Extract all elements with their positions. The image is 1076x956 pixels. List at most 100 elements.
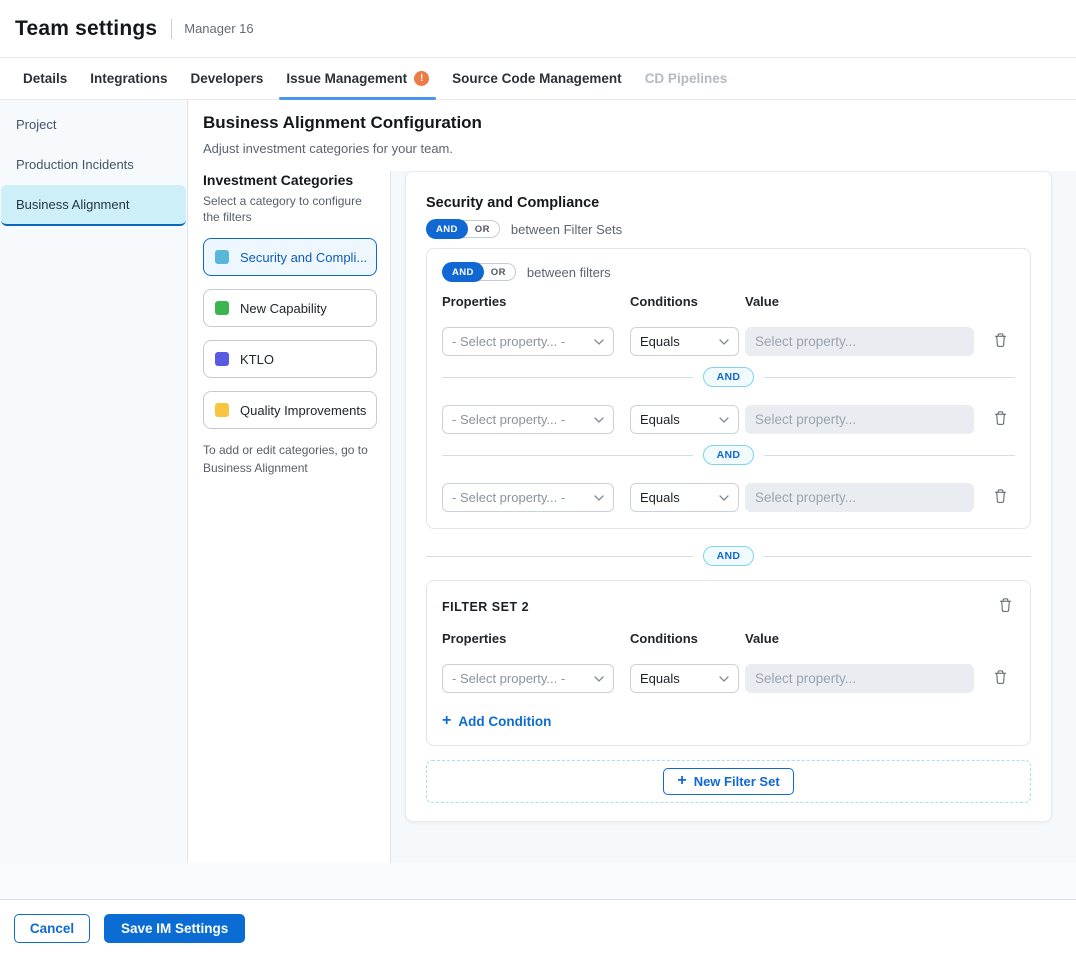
plus-icon: + [442, 713, 451, 729]
chevron-down-icon [719, 676, 729, 682]
toggle-caption: between filters [527, 265, 611, 280]
toggle-or-segment[interactable]: OR [491, 267, 506, 278]
page-title: Team settings [15, 17, 157, 41]
trash-icon [993, 410, 1008, 429]
value-input[interactable] [745, 664, 974, 693]
value-input[interactable] [745, 327, 974, 356]
and-or-toggle[interactable]: AND OR [426, 220, 500, 238]
section-body: Investment Categories Select a category … [188, 171, 1076, 863]
footer-action-bar: Cancel Save IM Settings [0, 900, 1076, 956]
section-subtitle: Adjust investment categories for your te… [203, 141, 1076, 156]
and-connector-between-sets: AND [426, 546, 1031, 566]
cancel-button[interactable]: Cancel [14, 914, 90, 943]
toggle-caption: between Filter Sets [511, 222, 622, 237]
filter-set-1: AND OR between filters Properties Condit… [426, 248, 1031, 529]
column-header-value: Value [745, 631, 985, 646]
and-connector: AND [442, 367, 1015, 387]
page-header: Team settings Manager 16 [0, 0, 1076, 58]
delete-filter-button[interactable] [991, 330, 1010, 353]
title-divider [171, 19, 172, 39]
delete-filter-button[interactable] [991, 408, 1010, 431]
investment-categories-column: Investment Categories Select a category … [188, 171, 391, 863]
sidebar-item-production-incidents[interactable]: Production Incidents [1, 145, 186, 184]
new-filter-set-button[interactable]: + New Filter Set [663, 768, 793, 795]
category-button-ktlo[interactable]: KTLO [203, 340, 377, 378]
toggle-and-segment[interactable]: AND [426, 219, 468, 239]
category-color-swatch [215, 403, 229, 417]
main-panel: Business Alignment Configuration Adjust … [188, 100, 1076, 863]
category-color-swatch [215, 301, 229, 315]
filter-column-headers: Properties Conditions Value [442, 631, 1015, 646]
category-button-security-and-compliance[interactable]: Security and Compli... [203, 238, 377, 276]
category-button-new-capability[interactable]: New Capability [203, 289, 377, 327]
and-connector-pill: AND [703, 546, 755, 566]
column-header-properties: Properties [442, 631, 630, 646]
and-or-toggle[interactable]: AND OR [442, 263, 516, 281]
delete-filter-button[interactable] [991, 486, 1010, 509]
filter-configuration-region: Security and Compliance AND OR between F… [391, 171, 1076, 863]
sidebar-item-project[interactable]: Project [1, 105, 186, 144]
filter-set-2-header: FILTER SET 2 [442, 595, 1015, 618]
add-condition-button[interactable]: + Add Condition [442, 713, 551, 729]
filter-row: - Select property... - Equals [442, 327, 1015, 356]
trash-icon [993, 332, 1008, 351]
filter-row: - Select property... - Equals [442, 483, 1015, 512]
property-select[interactable]: - Select property... - [442, 405, 614, 434]
property-select[interactable]: - Select property... - [442, 327, 614, 356]
chevron-down-icon [594, 495, 604, 501]
settings-side-nav: Project Production Incidents Business Al… [0, 100, 188, 863]
tab-bar: Details Integrations Developers Issue Ma… [0, 58, 1076, 100]
value-input[interactable] [745, 405, 974, 434]
chevron-down-icon [719, 495, 729, 501]
condition-select[interactable]: Equals [630, 664, 739, 693]
property-select[interactable]: - Select property... - [442, 483, 614, 512]
tab-details[interactable]: Details [16, 58, 74, 99]
delete-filter-button[interactable] [991, 667, 1010, 690]
chevron-down-icon [719, 339, 729, 345]
categories-description: Select a category to configure the filte… [203, 193, 365, 225]
tab-integrations[interactable]: Integrations [83, 58, 174, 99]
chevron-down-icon [719, 417, 729, 423]
sidebar-item-business-alignment[interactable]: Business Alignment [1, 185, 186, 226]
and-connector: AND [442, 445, 1015, 465]
selected-category-title: Security and Compliance [426, 195, 1031, 211]
category-button-quality-improvements[interactable]: Quality Improvements [203, 391, 377, 429]
condition-select[interactable]: Equals [630, 327, 739, 356]
trash-icon [993, 488, 1008, 507]
filter-column-headers: Properties Conditions Value [442, 294, 1015, 309]
categories-title: Investment Categories [203, 172, 377, 188]
filter-row: - Select property... - Equals [442, 664, 1015, 693]
chevron-down-icon [594, 417, 604, 423]
active-tab-underline [279, 97, 436, 100]
new-filter-set-dropzone: + New Filter Set [426, 760, 1031, 803]
toggle-or-segment[interactable]: OR [475, 224, 490, 235]
plus-icon: + [677, 773, 686, 789]
chevron-down-icon [594, 339, 604, 345]
tab-developers[interactable]: Developers [184, 58, 271, 99]
and-connector-pill: AND [703, 445, 755, 465]
delete-filter-set-button[interactable] [996, 595, 1015, 618]
value-input[interactable] [745, 483, 974, 512]
section-header: Business Alignment Configuration Adjust … [188, 100, 1076, 171]
and-connector-pill: AND [703, 367, 755, 387]
trash-icon [998, 597, 1013, 616]
page-context-label: Manager 16 [184, 21, 253, 36]
condition-select[interactable]: Equals [630, 405, 739, 434]
tab-issue-management[interactable]: Issue Management ! [279, 58, 436, 99]
condition-select[interactable]: Equals [630, 483, 739, 512]
toggle-and-segment[interactable]: AND [442, 262, 484, 282]
filter-row: - Select property... - Equals [442, 405, 1015, 434]
filter-sets-operator-row: AND OR between Filter Sets [426, 220, 1031, 238]
property-select[interactable]: - Select property... - [442, 664, 614, 693]
warning-icon: ! [414, 71, 429, 86]
category-color-swatch [215, 250, 229, 264]
column-header-properties: Properties [442, 294, 630, 309]
chevron-down-icon [594, 676, 604, 682]
category-filters-card: Security and Compliance AND OR between F… [405, 171, 1052, 822]
section-title: Business Alignment Configuration [203, 113, 1076, 133]
save-im-settings-button[interactable]: Save IM Settings [104, 914, 245, 943]
tab-source-code-management[interactable]: Source Code Management [445, 58, 629, 99]
tab-cd-pipelines: CD Pipelines [638, 58, 735, 99]
content-area: Project Production Incidents Business Al… [0, 100, 1076, 863]
filter-set-2: FILTER SET 2 Properties Conditions Value [426, 580, 1031, 746]
